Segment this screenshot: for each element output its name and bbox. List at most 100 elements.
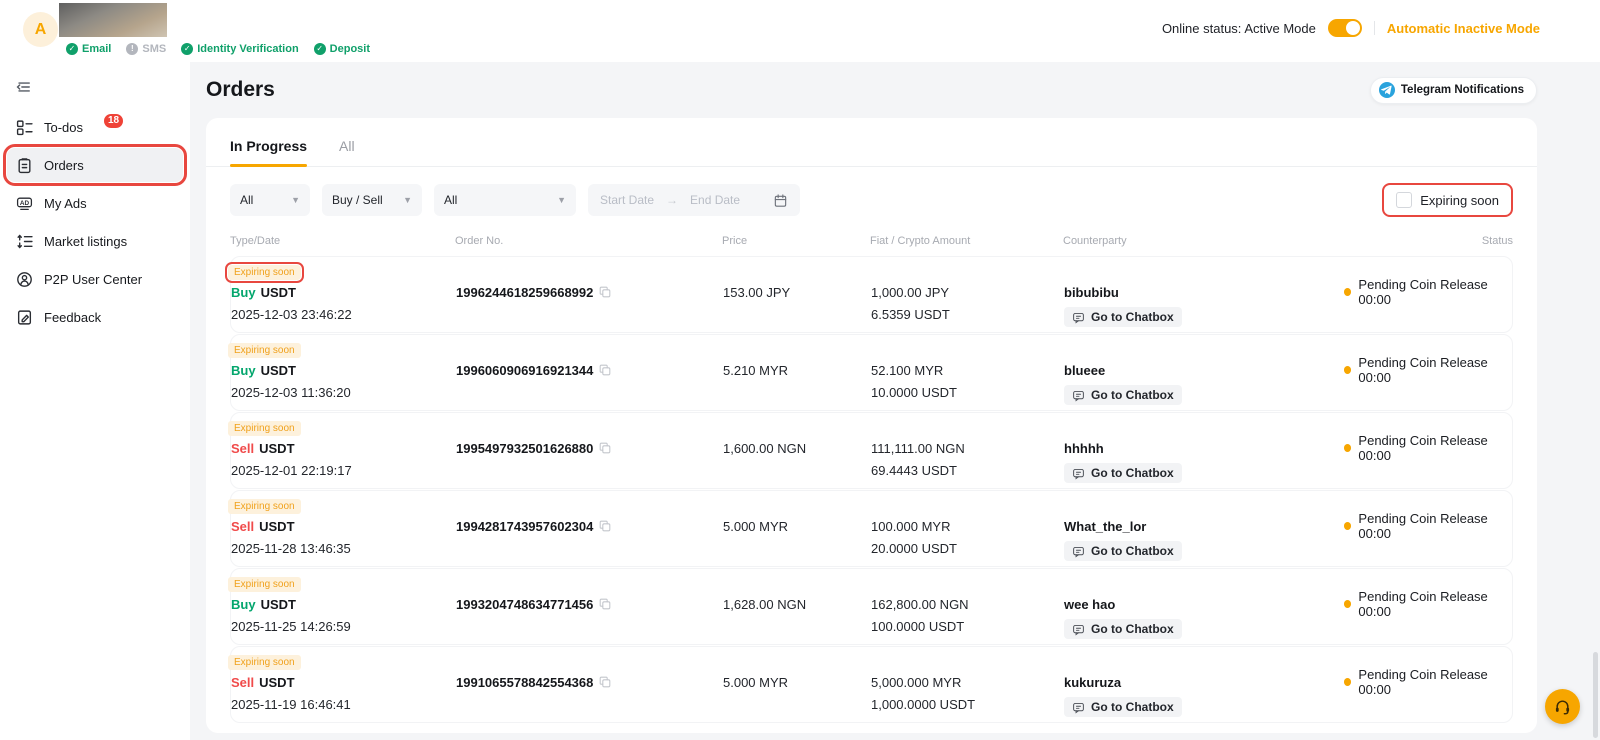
expiring-soon-checkbox[interactable] xyxy=(1396,192,1412,208)
sms-unverified-badge: ! SMS xyxy=(126,43,166,55)
order-side: Sell xyxy=(231,441,254,456)
order-row[interactable]: Expiring soon Buy USDT 2025-12-03 11:36:… xyxy=(230,334,1513,411)
go-to-chatbox-button[interactable]: Go to Chatbox xyxy=(1064,385,1182,405)
order-tabs: In Progress All xyxy=(206,118,1537,167)
check-icon: ✓ xyxy=(66,43,78,55)
counterparty-name[interactable]: kukuruza xyxy=(1064,673,1344,691)
copy-icon[interactable] xyxy=(598,675,612,689)
fiat-amount: 111,111.00 NGN xyxy=(871,439,1064,457)
status-dot xyxy=(1344,678,1351,686)
side-filter-dropdown[interactable]: Buy / Sell ▼ xyxy=(322,184,422,216)
online-status-label: Online status: Active Mode xyxy=(1162,21,1316,36)
tab-all[interactable]: All xyxy=(339,138,355,166)
badge-label: SMS xyxy=(142,43,166,55)
order-row[interactable]: Expiring soon Sell USDT 2025-11-28 13:46… xyxy=(230,490,1513,567)
sidebar-item-orders[interactable]: Orders xyxy=(7,148,183,182)
crypto-amount: 6.5359 USDT xyxy=(871,307,1064,322)
copy-icon[interactable] xyxy=(598,441,612,455)
order-price: 5.000 MYR xyxy=(723,517,871,535)
top-header: A ✓ Email ! SMS ✓ Identity Verification … xyxy=(0,0,1600,62)
fiat-amount: 5,000.000 MYR xyxy=(871,673,1064,691)
automatic-inactive-mode-link[interactable]: Automatic Inactive Mode xyxy=(1387,21,1540,36)
sidebar-item-my-ads[interactable]: AD My Ads xyxy=(7,186,183,220)
order-datetime: 2025-12-01 22:19:17 xyxy=(231,463,456,478)
go-to-chatbox-button[interactable]: Go to Chatbox xyxy=(1064,541,1182,561)
order-number[interactable]: 1996244618259668992 xyxy=(456,285,593,300)
go-to-chatbox-button[interactable]: Go to Chatbox xyxy=(1064,697,1182,717)
user-circle-icon xyxy=(16,271,33,288)
order-status: Pending Coin Release 00:00 xyxy=(1358,667,1512,697)
asset-filter-dropdown[interactable]: All ▼ xyxy=(434,184,576,216)
order-number[interactable]: 1991065578842554368 xyxy=(456,675,593,690)
order-row[interactable]: Expiring soon Sell USDT 2025-12-01 22:19… xyxy=(230,412,1513,489)
order-number[interactable]: 1996060906916921344 xyxy=(456,363,593,378)
counterparty-name[interactable]: bibubibu xyxy=(1064,283,1344,301)
expiring-soon-label: Expiring soon xyxy=(1420,193,1499,208)
expiring-soon-filter[interactable]: Expiring soon xyxy=(1382,183,1513,217)
sidebar-item-p2p-user-center[interactable]: P2P User Center xyxy=(7,262,183,296)
orders-card: In Progress All All ▼ Buy / Sell ▼ All ▼… xyxy=(206,118,1537,733)
sidebar-item-label: To-dos xyxy=(44,120,83,135)
order-datetime: 2025-12-03 11:36:20 xyxy=(231,385,456,400)
order-number[interactable]: 1995497932501626880 xyxy=(456,441,593,456)
scrollbar-thumb[interactable] xyxy=(1593,652,1598,738)
avatar[interactable]: A xyxy=(23,12,58,47)
fiat-amount: 1,000.00 JPY xyxy=(871,283,1064,301)
counterparty-name[interactable]: wee hao xyxy=(1064,595,1344,613)
order-price: 153.00 JPY xyxy=(723,283,871,301)
order-price: 1,628.00 NGN xyxy=(723,595,871,613)
telegram-notifications-button[interactable]: Telegram Notifications xyxy=(1370,77,1537,104)
collapse-sidebar-icon[interactable] xyxy=(14,78,32,96)
sidebar-item-feedback[interactable]: Feedback xyxy=(7,300,183,334)
chat-bubble-icon xyxy=(1072,311,1085,324)
order-row[interactable]: Expiring soon Sell USDT 2025-11-19 16:46… xyxy=(230,646,1513,723)
copy-icon[interactable] xyxy=(598,285,612,299)
chat-bubble-icon xyxy=(1072,389,1085,402)
order-number[interactable]: 1994281743957602304 xyxy=(456,519,593,534)
column-header: Fiat / Crypto Amount xyxy=(870,235,1063,247)
page-title: Orders xyxy=(206,78,275,102)
fiat-amount: 52.100 MYR xyxy=(871,361,1064,379)
divider xyxy=(1374,21,1375,35)
status-dot xyxy=(1344,444,1351,452)
go-to-chatbox-button[interactable]: Go to Chatbox xyxy=(1064,463,1182,483)
counterparty-name[interactable]: blueee xyxy=(1064,361,1344,379)
deposit-verified-badge: ✓ Deposit xyxy=(314,43,370,55)
order-row[interactable]: Expiring soon Buy USDT 2025-12-03 23:46:… xyxy=(230,256,1513,333)
order-asset: USDT xyxy=(259,519,294,534)
chat-button-label: Go to Chatbox xyxy=(1091,622,1174,636)
sidebar-item-market-listings[interactable]: Market listings xyxy=(7,224,183,258)
chat-button-label: Go to Chatbox xyxy=(1091,544,1174,558)
order-status: Pending Coin Release 00:00 xyxy=(1358,355,1512,385)
badge-label: Identity Verification xyxy=(197,43,298,55)
counterparty-name[interactable]: hhhhh xyxy=(1064,439,1344,457)
sort-list-icon xyxy=(16,233,33,250)
main-content: Orders Telegram Notifications In Progres… xyxy=(190,62,1600,740)
copy-icon[interactable] xyxy=(598,597,612,611)
date-range-picker[interactable]: Start Date → End Date xyxy=(588,184,800,216)
order-status: Pending Coin Release 00:00 xyxy=(1358,433,1512,463)
sidebar-item-todos[interactable]: To-dos 18 xyxy=(7,110,183,144)
counterparty-name[interactable]: What_the_lor xyxy=(1064,517,1344,535)
ad-icon: AD xyxy=(16,195,33,212)
tab-in-progress[interactable]: In Progress xyxy=(230,138,307,166)
copy-icon[interactable] xyxy=(598,519,612,533)
online-status-toggle[interactable] xyxy=(1328,19,1362,37)
crypto-amount: 20.0000 USDT xyxy=(871,541,1064,556)
chat-bubble-icon xyxy=(1072,467,1085,480)
go-to-chatbox-button[interactable]: Go to Chatbox xyxy=(1064,619,1182,639)
feedback-icon xyxy=(16,309,33,326)
order-side: Buy xyxy=(231,285,256,300)
order-asset: USDT xyxy=(261,363,296,378)
customer-support-button[interactable] xyxy=(1545,689,1580,724)
order-row[interactable]: Expiring soon Buy USDT 2025-11-25 14:26:… xyxy=(230,568,1513,645)
column-header: Order No. xyxy=(455,235,722,247)
type-filter-dropdown[interactable]: All ▼ xyxy=(230,184,310,216)
order-number[interactable]: 1993204748634771456 xyxy=(456,597,593,612)
email-verified-badge: ✓ Email xyxy=(66,43,111,55)
go-to-chatbox-button[interactable]: Go to Chatbox xyxy=(1064,307,1182,327)
order-side: Buy xyxy=(231,597,256,612)
copy-icon[interactable] xyxy=(598,363,612,377)
expiring-soon-badge: Expiring soon xyxy=(228,343,301,358)
order-datetime: 2025-11-19 16:46:41 xyxy=(231,697,456,712)
